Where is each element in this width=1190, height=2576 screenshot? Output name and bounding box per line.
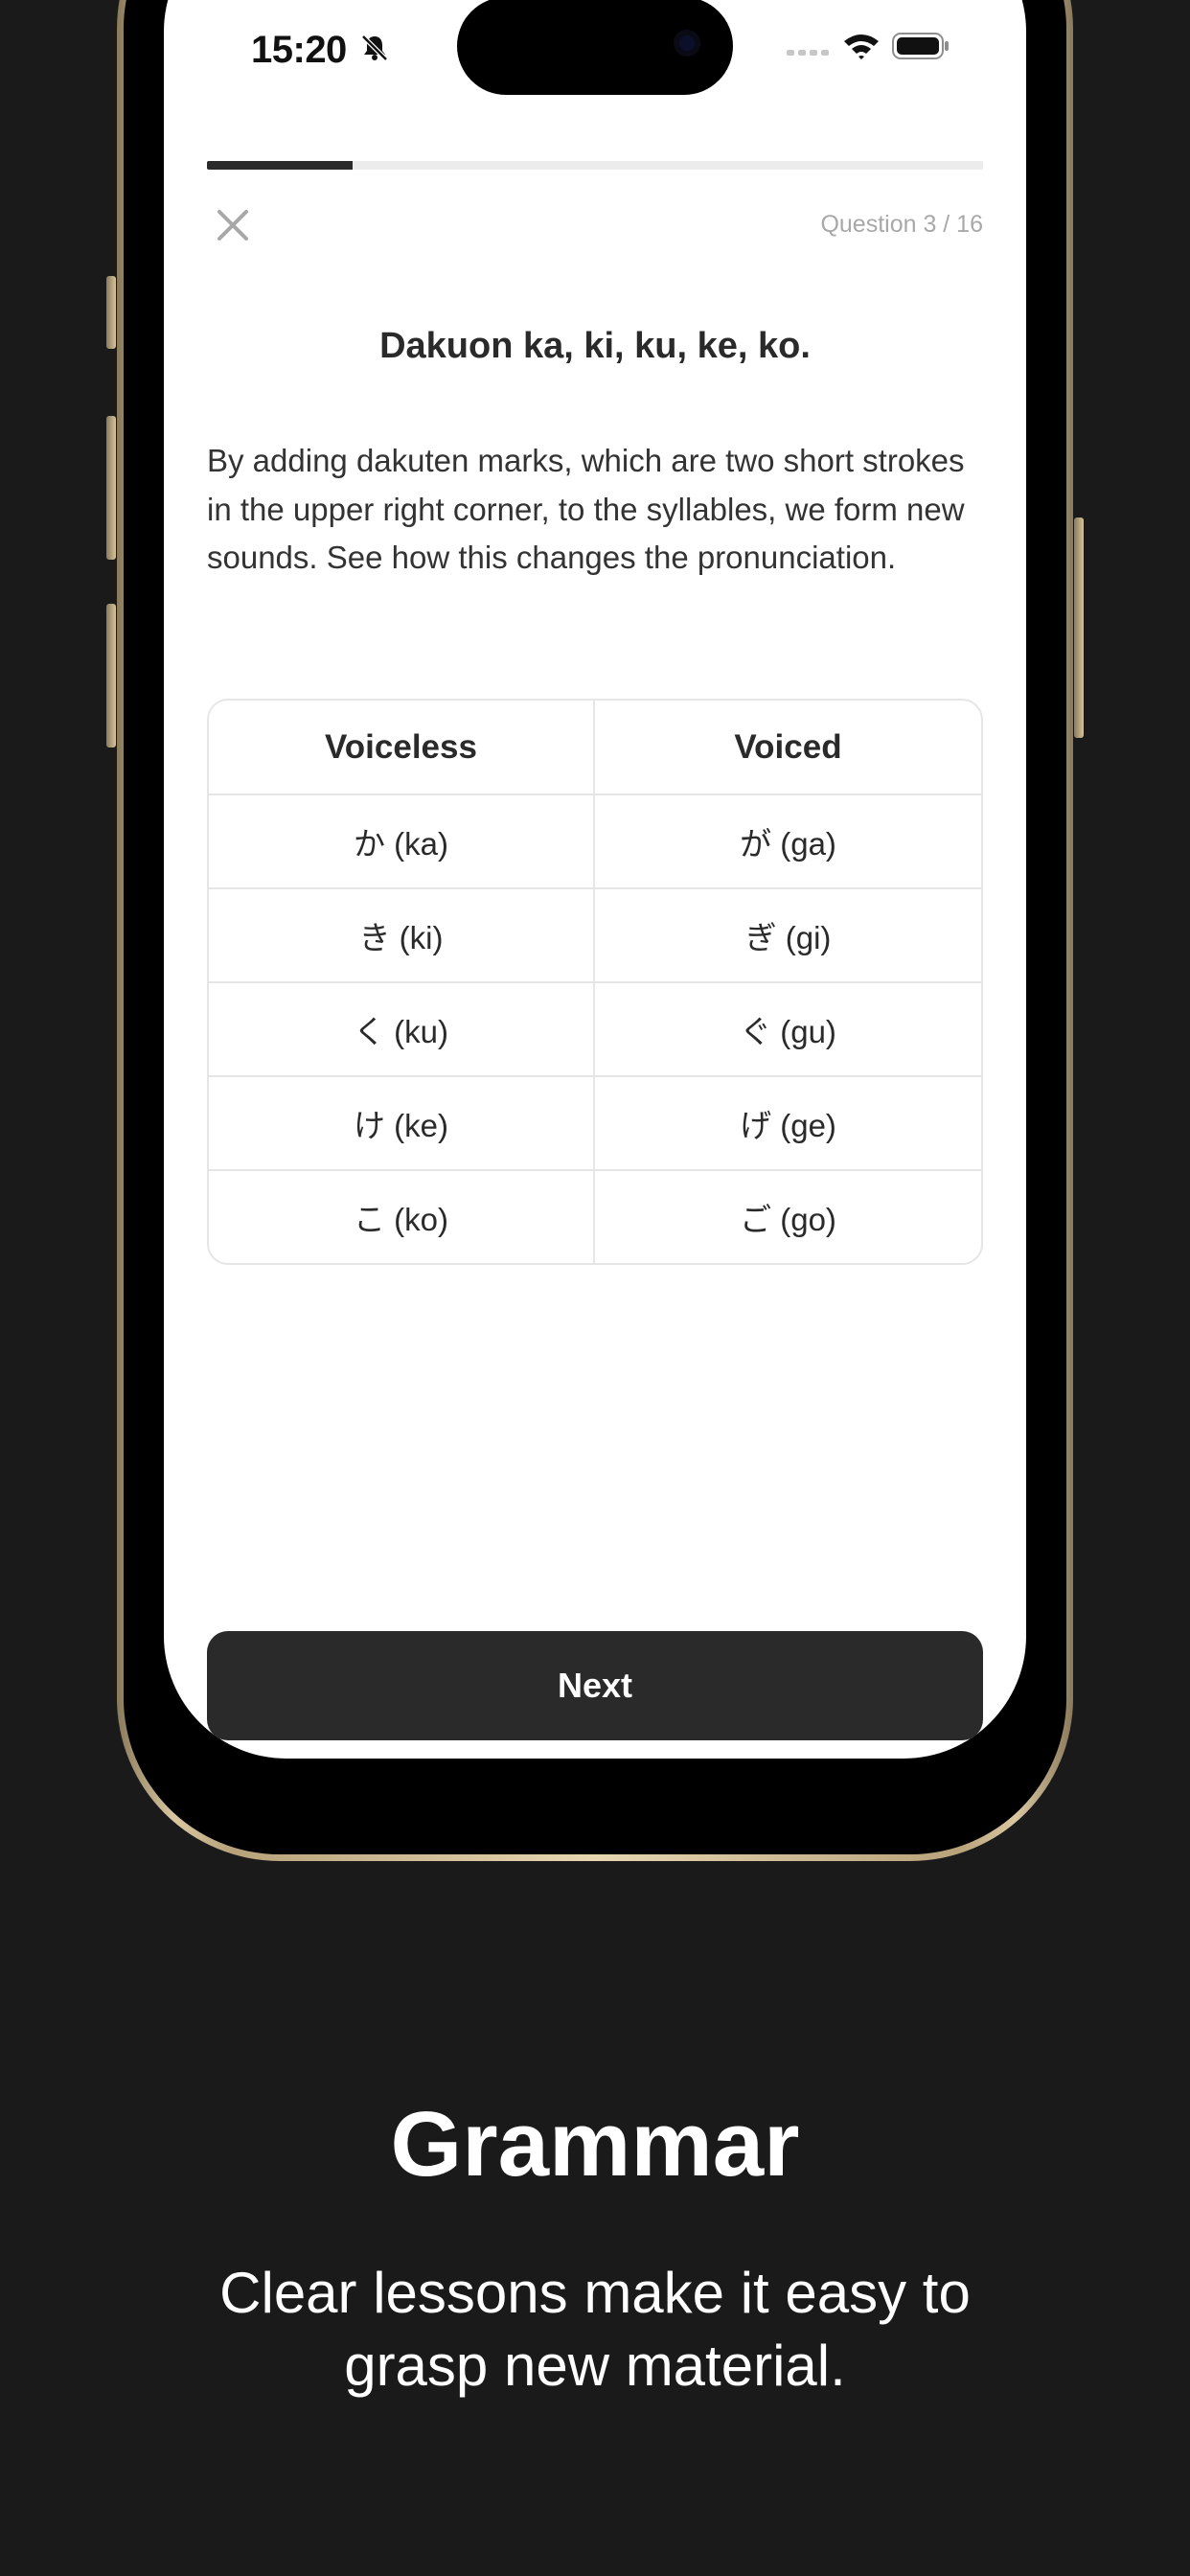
promo-subtitle: Clear lessons make it easy to grasp new … — [219, 2261, 971, 2398]
table-cell-voiced: ぎ (gi) — [595, 889, 981, 983]
promo-title: Grammar — [390, 2093, 800, 2196]
app-store-screenshot: 15:20 Question 3 / 16 Dakuon ka, ki, ku,… — [0, 0, 1190, 2576]
volume-down-button — [106, 604, 116, 748]
status-time: 15:20 — [251, 29, 347, 71]
close-icon[interactable] — [216, 208, 250, 242]
bell-slash-icon — [361, 34, 388, 61]
volume-up-button — [106, 416, 116, 560]
table-cell-voiceless: か (ka) — [209, 795, 595, 889]
signal-icon — [787, 50, 829, 56]
table-cell-voiceless: こ (ko) — [209, 1171, 595, 1263]
table-row: く (ku) ぐ (gu) — [209, 983, 981, 1077]
phone-screen: 15:20 Question 3 / 16 Dakuon ka, ki, ku,… — [164, 0, 1026, 1759]
table-cell-voiced: が (ga) — [595, 795, 981, 889]
table-cell-voiceless: く (ku) — [209, 983, 595, 1077]
dakuon-table: Voiceless Voiced か (ka) が (ga) き (ki) ぎ … — [207, 699, 983, 1265]
question-counter: Question 3 / 16 — [820, 211, 983, 238]
next-button[interactable]: Next — [207, 1631, 983, 1740]
quiz-progress-fill — [207, 161, 353, 170]
phone-frame: 15:20 Question 3 / 16 Dakuon ka, ki, ku,… — [117, 0, 1073, 1861]
lesson-description: By adding dakuten marks, which are two s… — [207, 443, 965, 575]
column-header-voiceless: Voiceless — [209, 701, 595, 795]
phone-bezel: 15:20 Question 3 / 16 Dakuon ka, ki, ku,… — [124, 0, 1066, 1854]
table-cell-voiced: げ (ge) — [595, 1077, 981, 1171]
table-cell-voiceless: け (ke) — [209, 1077, 595, 1171]
power-button — [1074, 518, 1084, 738]
wifi-icon — [844, 34, 879, 59]
table-cell-voiced: ご (go) — [740, 1202, 836, 1237]
table-row: こ (ko) ご (go) — [209, 1171, 981, 1263]
table-cell-voiced: ぐ (gu) — [595, 983, 981, 1077]
column-header-voiced: Voiced — [595, 701, 981, 795]
table-row: か (ka) が (ga) — [209, 795, 981, 889]
table-row: き (ki) ぎ (gi) — [209, 889, 981, 983]
camera-icon — [674, 30, 700, 57]
table-cell-voiceless: き (ki) — [209, 889, 595, 983]
battery-icon — [892, 33, 949, 59]
table-header-row: Voiceless Voiced — [209, 701, 981, 795]
quiz-progress-bar — [207, 161, 983, 170]
lesson-title: Dakuon ka, ki, ku, ke, ko. — [379, 326, 811, 366]
action-button — [106, 276, 116, 349]
dynamic-island — [457, 0, 733, 95]
table-row: け (ke) げ (ge) — [209, 1077, 981, 1171]
